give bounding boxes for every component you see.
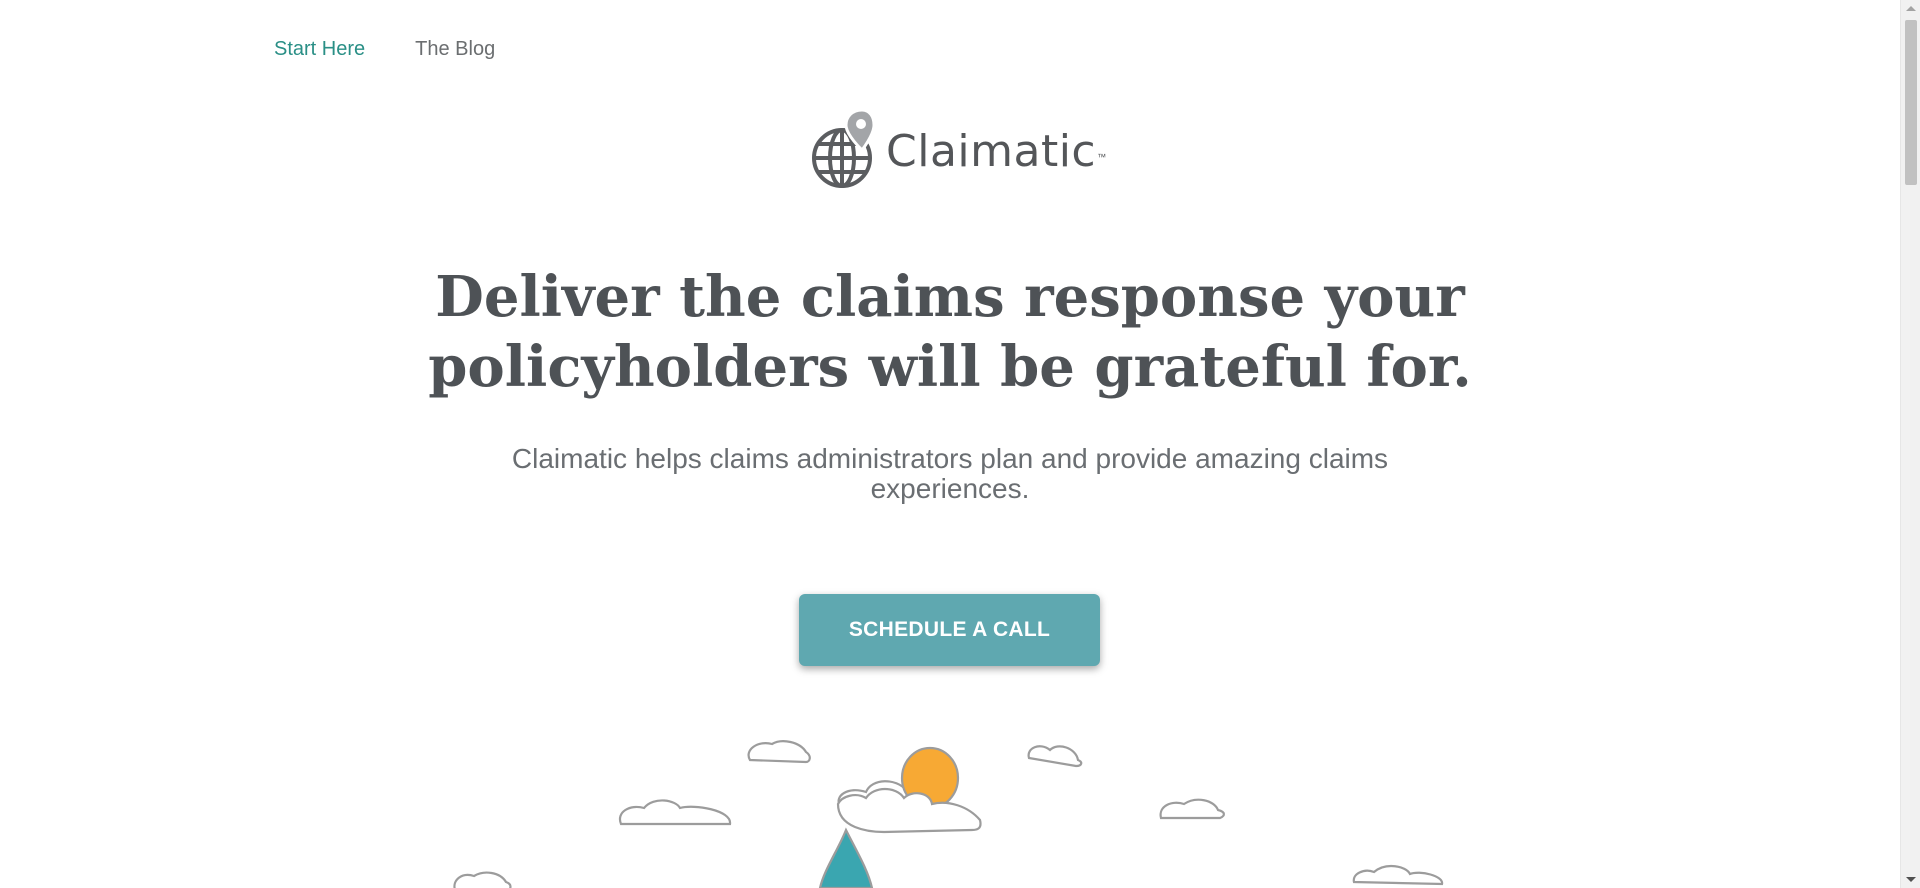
rocket-icon (818, 827, 874, 888)
top-nav: Start Here The Blog (274, 38, 495, 61)
hero-headline-line-2: policyholders will be grateful for. (428, 334, 1472, 400)
cloud-icon (1352, 865, 1444, 886)
cloud-icon (1027, 745, 1083, 768)
cloud-icon (618, 799, 732, 826)
scroll-down-arrow-icon[interactable] (1906, 877, 1916, 882)
scrollbar-thumb[interactable] (1905, 20, 1917, 185)
cloud-icon (453, 871, 512, 888)
logo-wordmark: Claimatic (886, 125, 1097, 177)
hero-headline-line-1: Deliver the claims response your (435, 264, 1465, 330)
cloud-icon (1159, 798, 1225, 820)
cloud-icon (836, 787, 982, 834)
globe-location-pin-icon (812, 108, 876, 188)
page: Start Here The Blog Claimatic ™ Deliver … (0, 0, 1920, 888)
schedule-a-call-button[interactable]: SCHEDULE A CALL (799, 594, 1100, 666)
cloud-icon (747, 740, 811, 764)
vertical-scrollbar[interactable] (1900, 0, 1920, 888)
claimatic-logo[interactable]: Claimatic ™ (810, 106, 1106, 192)
scroll-up-arrow-icon[interactable] (1906, 6, 1916, 11)
hero-headline: Deliver the claims response your policyh… (0, 262, 1900, 402)
logo-trademark: ™ (1097, 152, 1107, 162)
hero-illustration (453, 740, 1444, 888)
nav-start-here-link[interactable]: Start Here (274, 38, 365, 61)
nav-the-blog-link[interactable]: The Blog (415, 38, 495, 61)
hero-subheadline: Claimatic helps claims administrators pl… (511, 443, 1389, 504)
